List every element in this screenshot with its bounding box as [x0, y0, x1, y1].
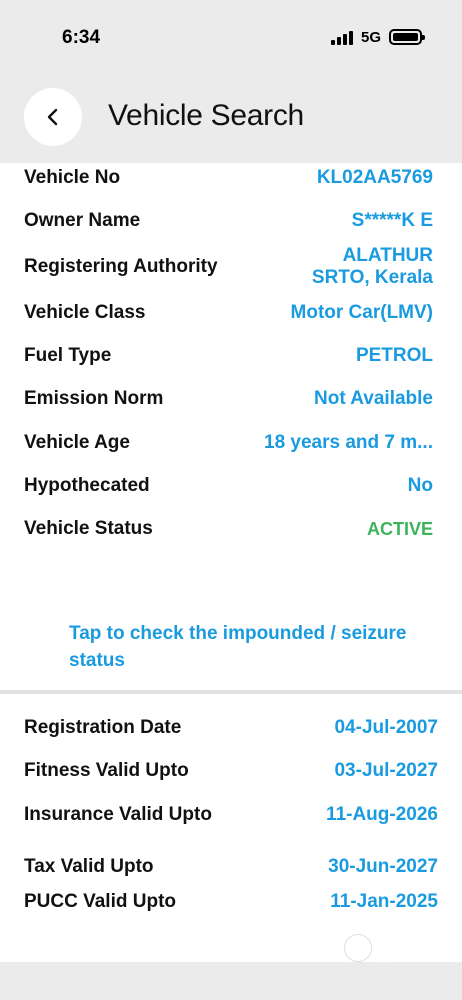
status-badge: ACTIVE [366, 519, 433, 539]
detail-label: Fuel Type [24, 345, 112, 366]
detail-value: No [407, 475, 433, 496]
detail-label: Vehicle Age [24, 432, 130, 453]
network-label: 5G [361, 29, 382, 46]
detail-label: Owner Name [24, 210, 141, 231]
olx-logo [344, 934, 422, 963]
validity-label: Fitness Valid Upto [24, 760, 189, 781]
detail-value: Not Available [314, 388, 433, 409]
validity-value: 03-Jul-2027 [334, 760, 438, 781]
detail-value: Motor Car(LMV) [290, 302, 433, 323]
validity-value: 11-Aug-2026 [326, 804, 438, 825]
page-title: Vehicle Search [108, 99, 304, 132]
detail-value: S*****K E [351, 210, 433, 231]
validity-label: Tax Valid Upto [24, 856, 154, 877]
header: Vehicle Search [0, 75, 462, 163]
status-bar: 6:34 5G [0, 0, 462, 75]
validity-label: PUCC Valid Upto [24, 891, 177, 912]
detail-label: Vehicle No [24, 167, 121, 188]
chevron-left-icon [47, 108, 58, 126]
validity-value: 11-Jan-2025 [330, 891, 438, 912]
detail-value: KL02AA5769 [316, 167, 433, 188]
validity-label: Insurance Valid Upto [24, 804, 212, 825]
status-time: 6:34 [62, 27, 101, 48]
back-button[interactable] [24, 88, 82, 146]
detail-value: 18 years and 7 m... [264, 432, 433, 453]
validity-value: 30-Jun-2027 [328, 856, 438, 877]
impound-status-link[interactable]: Tap to check the impounded / seizure sta… [69, 620, 409, 674]
detail-label: Vehicle Status [24, 518, 153, 539]
validity-value: 04-Jul-2007 [334, 717, 438, 738]
detail-value: PETROL [355, 345, 433, 366]
divider [0, 690, 462, 694]
detail-label: Emission Norm [24, 388, 164, 409]
validity-label: Registration Date [24, 717, 182, 738]
detail-label: Registering Authority [24, 256, 218, 277]
signal-icon [331, 31, 355, 45]
detail-value: ALATHUR SRTO, Kerala [311, 245, 433, 288]
battery-icon [389, 29, 425, 45]
detail-label: Vehicle Class [24, 302, 146, 323]
detail-label: Hypothecated [24, 475, 150, 496]
